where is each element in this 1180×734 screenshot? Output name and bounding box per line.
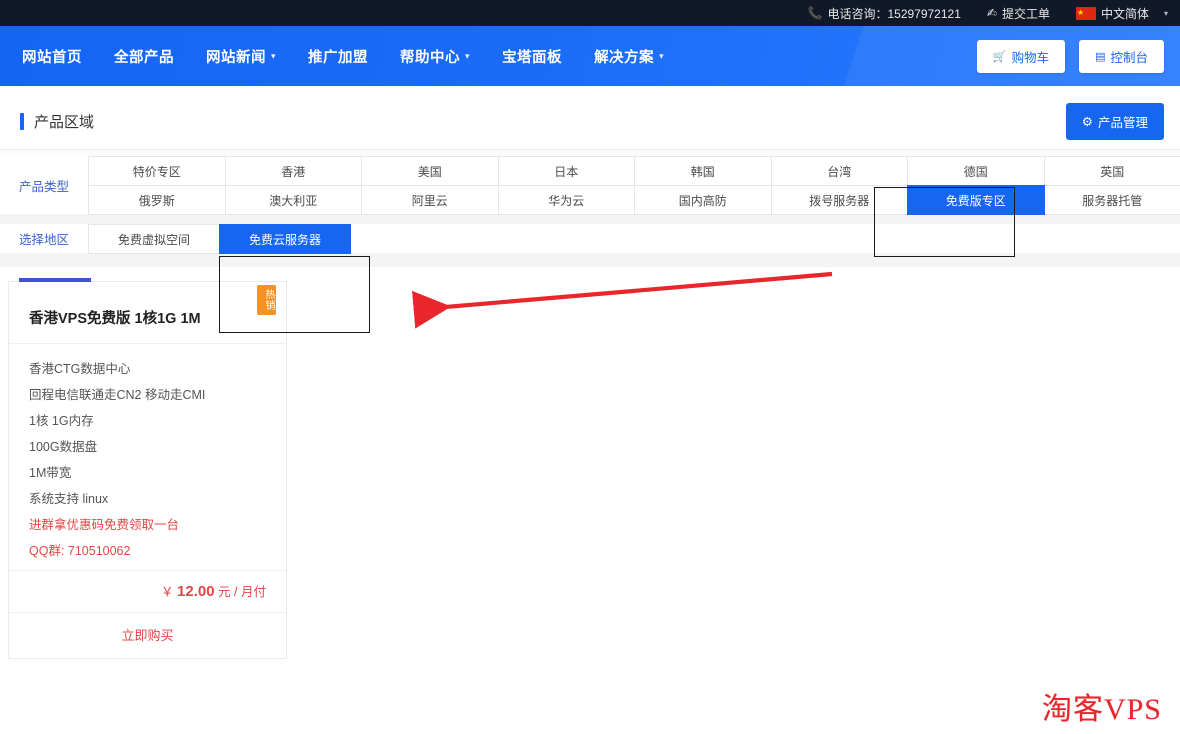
product-spec-1: 回程电信联通走CN2 移动走CMI [29,387,206,402]
page-root: 📞 电话咨询：15297972121 ✍ 提交工单 中文简体 ▾ 网站首页 全部产… [0,0,1180,734]
region-row: 免费虚拟空间 免费云服务器 [88,224,1180,254]
nav-item-list: 网站首页 全部产品 网站新闻 ▾ 推广加盟 帮助中心 ▾ 宝塔面板 解决方案 ▾ [0,46,680,67]
product-area-header: 产品区域 ⚙ 产品管理 [0,94,1180,150]
nav-item-label: 网站首页 [22,49,82,66]
chevron-down-icon: ▾ [659,50,665,61]
china-flag-icon [1075,6,1096,20]
nav-bottom-gap [0,86,1180,94]
product-type-cell-服务器托管[interactable]: 服务器托管 [1043,185,1180,215]
product-price: ￥ 12.00 元 / 月付 [9,569,286,612]
nav-item-3[interactable]: 推广加盟 [292,46,384,67]
product-manage-button[interactable]: ⚙ 产品管理 [1065,103,1164,140]
filters-wrapper: 产品类型 特价专区 香港 美国 日本 韩国 台湾 德国 英国 俄罗斯 澳大利亚 阿里云 华为云 国内高… [0,150,1180,267]
filter-divider [0,214,1180,224]
product-cards-area: 热销 香港VPS免费版 1核1G 1M 香港CTG数据中心回程电信联通走CN2 … [0,267,1180,659]
nav-item-label: 帮助中心 [400,49,461,66]
price-unit: 元 / 月付 [218,584,266,599]
price-currency: ￥ [161,584,174,599]
nav-item-2[interactable]: 网站新闻 ▾ [190,46,292,67]
region-cell-免费云服务器[interactable]: 免费云服务器 [219,224,351,254]
nav-button-label: 控制台 [1110,50,1148,65]
page-title-text: 产品区域 [34,114,95,131]
product-type-row-2: 俄罗斯 澳大利亚 阿里云 华为云 国内高防 拨号服务器 免费版专区 服务器托管 [88,185,1180,215]
product-type-cell-英国[interactable]: 英国 [1043,156,1180,186]
language-label: 中文简体 [1100,6,1149,21]
top-utility-bar: 📞 电话咨询：15297972121 ✍ 提交工单 中文简体 ▾ [0,0,1180,26]
product-type-cell-澳大利亚[interactable]: 澳大利亚 [224,185,362,215]
product-type-cell-韩国[interactable]: 韩国 [634,156,772,186]
nav-button-label: 购物车 [1011,50,1050,65]
filter-row-product-type: 产品类型 特价专区 香港 美国 日本 韩国 台湾 德国 英国 俄罗斯 澳大利亚 阿里云 华为云 国内高… [0,156,1180,215]
nav-item-4[interactable]: 帮助中心 ▾ [384,46,486,67]
product-type-cell-拨号服务器[interactable]: 拨号服务器 [770,185,908,215]
product-spec-3: 100G数据盘 [29,439,98,454]
gear-icon: ⚙ [1081,115,1093,129]
nav-item-label: 推广加盟 [308,49,369,66]
filter-label-product-type: 产品类型 [0,156,88,214]
filter-label-region: 选择地区 [0,224,88,253]
filter-bottom-divider [0,253,1180,267]
main-navigation: 网站首页 全部产品 网站新闻 ▾ 推广加盟 帮助中心 ▾ 宝塔面板 解决方案 ▾ 🛒 购物车 ▤ 控制台 [0,26,1180,86]
region-cell-免费虚拟空间[interactable]: 免费虚拟空间 [88,224,220,254]
product-type-cell-国内高防[interactable]: 国内高防 [634,185,772,215]
submit-ticket-link[interactable]: ✍ 提交工单 [987,5,1050,22]
product-type-cell-美国[interactable]: 美国 [361,156,499,186]
nav-item-label: 解决方案 [594,49,655,66]
phone-label: 电话咨询：15297972121 [827,6,961,21]
nav-action-buttons: 🛒 购物车 ▤ 控制台 [976,39,1180,73]
chevron-down-icon: ▾ [1163,8,1168,18]
product-type-cell-俄罗斯[interactable]: 俄罗斯 [88,185,226,215]
submit-ticket-label: 提交工单 [1001,6,1050,21]
product-card-title: 香港VPS免费版 1核1G 1M [9,282,286,344]
product-type-grid: 特价专区 香港 美国 日本 韩国 台湾 德国 英国 俄罗斯 澳大利亚 阿里云 华为云 国内高防 拨号服务… [88,156,1180,215]
watermark: 淘客VPS [1041,693,1162,726]
cart-icon: 🛒 [992,50,1007,63]
product-type-cell-华为云[interactable]: 华为云 [497,185,635,215]
price-amount: 12.00 [177,582,215,600]
console-button[interactable]: ▤ 控制台 [1079,39,1164,73]
product-spec-4: 1M带宽 [29,465,72,480]
phone-consult: 📞 电话咨询：15297972121 [808,5,961,22]
product-spec-0: 香港CTG数据中心 [29,361,131,376]
product-type-cell-特价专区[interactable]: 特价专区 [88,156,226,186]
product-type-cell-台湾[interactable]: 台湾 [770,156,908,186]
product-type-cell-阿里云[interactable]: 阿里云 [361,185,499,215]
product-spec-5: 系统支持 linux [29,491,109,506]
card-accent-bar [19,278,91,282]
buy-now-button[interactable]: 立即购买 [9,611,286,658]
title-accent-bar [20,113,24,130]
chevron-down-icon: ▾ [465,50,471,61]
console-icon: ▤ [1095,50,1106,63]
hot-badge: 热销 [257,285,276,315]
nav-item-1[interactable]: 全部产品 [98,46,190,67]
chevron-down-icon: ▾ [271,50,277,61]
product-spec-2: 1核 1G内存 [29,413,94,428]
product-spec-6: 进群拿优惠码免费领取一台 [29,517,180,532]
nav-item-label: 宝塔面板 [502,49,563,66]
page-title: 产品区域 [20,111,94,132]
nav-item-label: 网站新闻 [206,49,266,66]
product-type-cell-德国[interactable]: 德国 [907,156,1045,186]
region-grid: 免费虚拟空间 免费云服务器 [88,224,1180,254]
language-selector[interactable]: 中文简体 ▾ [1075,5,1168,22]
product-type-cell-香港[interactable]: 香港 [224,156,362,186]
cart-button[interactable]: 🛒 购物车 [976,39,1066,73]
product-spec-list: 香港CTG数据中心回程电信联通走CN2 移动走CMI 1核 1G内存 100G数据盘… [9,344,286,570]
product-type-cell-日本[interactable]: 日本 [497,156,635,186]
nav-item-label: 全部产品 [114,49,174,66]
product-card[interactable]: 热销 香港VPS免费版 1核1G 1M 香港CTG数据中心回程电信联通走CN2 … [8,278,287,659]
phone-icon: 📞 [807,6,823,20]
product-type-row-1: 特价专区 香港 美国 日本 韩国 台湾 德国 英国 [88,156,1180,186]
product-spec-7: QQ群: 710510062 [29,543,131,558]
product-type-cell-免费版专区[interactable]: 免费版专区 [907,185,1045,215]
nav-item-5[interactable]: 宝塔面板 [486,46,578,67]
product-manage-label: 产品管理 [1097,116,1148,130]
nav-item-0[interactable]: 网站首页 [6,46,98,67]
filter-row-region: 选择地区 免费虚拟空间 免费云服务器 [0,224,1180,254]
edit-ticket-icon: ✍ [986,6,997,20]
nav-item-6[interactable]: 解决方案 ▾ [578,46,680,67]
